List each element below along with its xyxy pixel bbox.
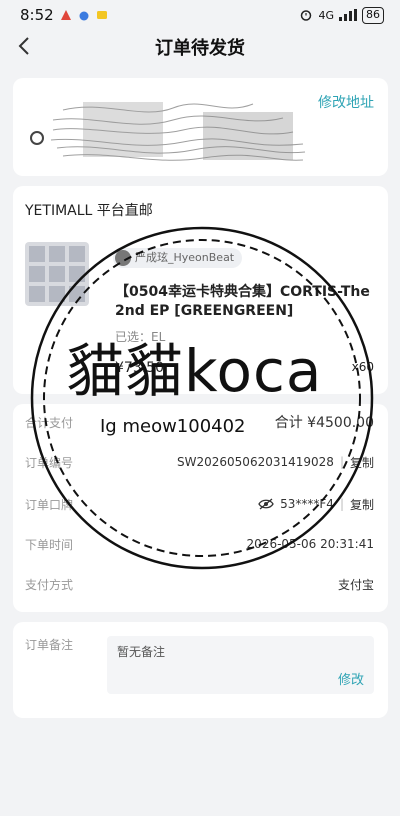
back-arrow-icon[interactable] (12, 34, 36, 58)
info-label: 订单编号 (25, 455, 74, 470)
page-title: 订单待发货 (155, 38, 245, 59)
seller-avatar (115, 250, 131, 266)
product-thumbnail[interactable] (25, 242, 89, 306)
order-card: YETIMALL 平台直邮 严成玹_HyeonBeat 【0504幸运卡特典合集… (13, 186, 388, 394)
order-info-card: 合计支付 合计 ¥4500.00 订单编号 SW2026050620314190… (13, 404, 388, 612)
battery-indicator: 86 (362, 6, 384, 24)
alarm-icon (301, 10, 312, 21)
order-number: SW202605062031419028 (177, 455, 334, 469)
info-row-order-number: 订单编号 SW202605062031419028 | 复制 (25, 452, 374, 472)
status-left: 8:52 (20, 6, 108, 24)
edit-address-link[interactable]: 修改地址 (318, 92, 374, 112)
app-triangle-icon (60, 10, 71, 20)
nav-bar: 订单待发货 (0, 30, 400, 64)
seller-tag[interactable]: 严成玹_HyeonBeat (113, 248, 243, 268)
remark-label: 订单备注 (25, 638, 74, 652)
info-label: 支付方式 (25, 577, 74, 592)
info-row-order-time: 下单时间 2026-05-06 20:31:41 (25, 534, 374, 554)
info-label: 订单口牌 (25, 497, 74, 512)
info-label: 下单时间 (25, 537, 74, 552)
info-label: 合计支付 (25, 415, 74, 430)
app-mail-icon (96, 11, 107, 19)
copy-order-number-button[interactable]: 复制 (350, 454, 374, 471)
eye-hidden-icon[interactable] (258, 498, 274, 510)
app-drop-icon (79, 11, 89, 21)
signal-icon (339, 9, 357, 21)
info-value-wrap: 53****F4 | 复制 (258, 496, 374, 513)
seller-name: 严成玹_HyeonBeat (135, 251, 235, 264)
status-bar: 8:52 4G 86 (0, 0, 400, 30)
address-redaction-scribble (30, 102, 306, 161)
product-title[interactable]: 【0504幸运卡特典合集】CORTIS-The 2nd EP [GREENGRE… (115, 283, 383, 321)
divider: | (339, 455, 344, 469)
remark-placeholder: 暂无备注 (117, 645, 166, 659)
network-type: 4G (318, 8, 334, 22)
address-card[interactable]: 修改地址 (13, 78, 388, 176)
payment-method: 支付宝 (337, 577, 374, 592)
status-time: 8:52 (20, 6, 54, 24)
copy-code-button[interactable]: 复制 (350, 496, 374, 513)
edit-remark-link[interactable]: 修改 (338, 669, 364, 688)
product-price: ¥73.50 (115, 360, 164, 376)
total-amount: 合计 ¥4500.00 (274, 415, 374, 431)
store-name: YETIMALL 平台直邮 (25, 203, 153, 219)
divider: | (339, 497, 344, 511)
order-code: 53****F4 (280, 497, 334, 511)
info-row-payment: 支付方式 支付宝 (25, 574, 374, 594)
info-row-total: 合计支付 合计 ¥4500.00 (25, 412, 374, 432)
order-time: 2026-05-06 20:31:41 (246, 537, 374, 551)
info-value-wrap: SW202605062031419028 | 复制 (177, 454, 374, 471)
remark-card: 订单备注 暂无备注 修改 (13, 622, 388, 718)
product-quantity: x60 (351, 360, 374, 374)
remark-box[interactable]: 暂无备注 修改 (107, 636, 374, 694)
info-row-code: 订单口牌 53****F4 | 复制 (25, 494, 374, 514)
status-right: 4G 86 (299, 6, 384, 24)
product-spec: 已选：EL (115, 330, 166, 344)
